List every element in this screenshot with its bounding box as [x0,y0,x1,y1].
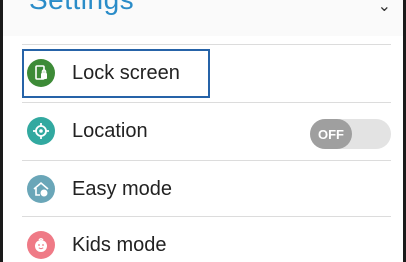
setting-item-label: Easy mode [72,178,173,200]
header-menu-icon[interactable]: ⌄ [378,0,391,16]
page-title: Settings [29,0,134,16]
settings-header: Settings ⌄ [3,0,403,36]
setting-item-label: Kids mode [72,234,167,256]
divider [22,160,391,161]
kids-mode-icon [27,231,55,259]
setting-item-location[interactable]: Location OFF [22,104,391,160]
toggle-knob: OFF [310,119,352,149]
divider [22,44,391,45]
setting-item-label: Location [72,120,148,142]
location-toggle[interactable]: OFF [310,119,391,149]
setting-item-kids-mode[interactable]: Kids mode [22,218,391,262]
divider [22,216,391,217]
focus-highlight [22,49,210,98]
divider [22,102,391,103]
easy-mode-icon [27,175,55,203]
settings-screen: Settings ⌄ Lock screen Locat [0,0,406,262]
location-icon [27,117,55,145]
setting-item-easy-mode[interactable]: Easy mode [22,162,391,218]
